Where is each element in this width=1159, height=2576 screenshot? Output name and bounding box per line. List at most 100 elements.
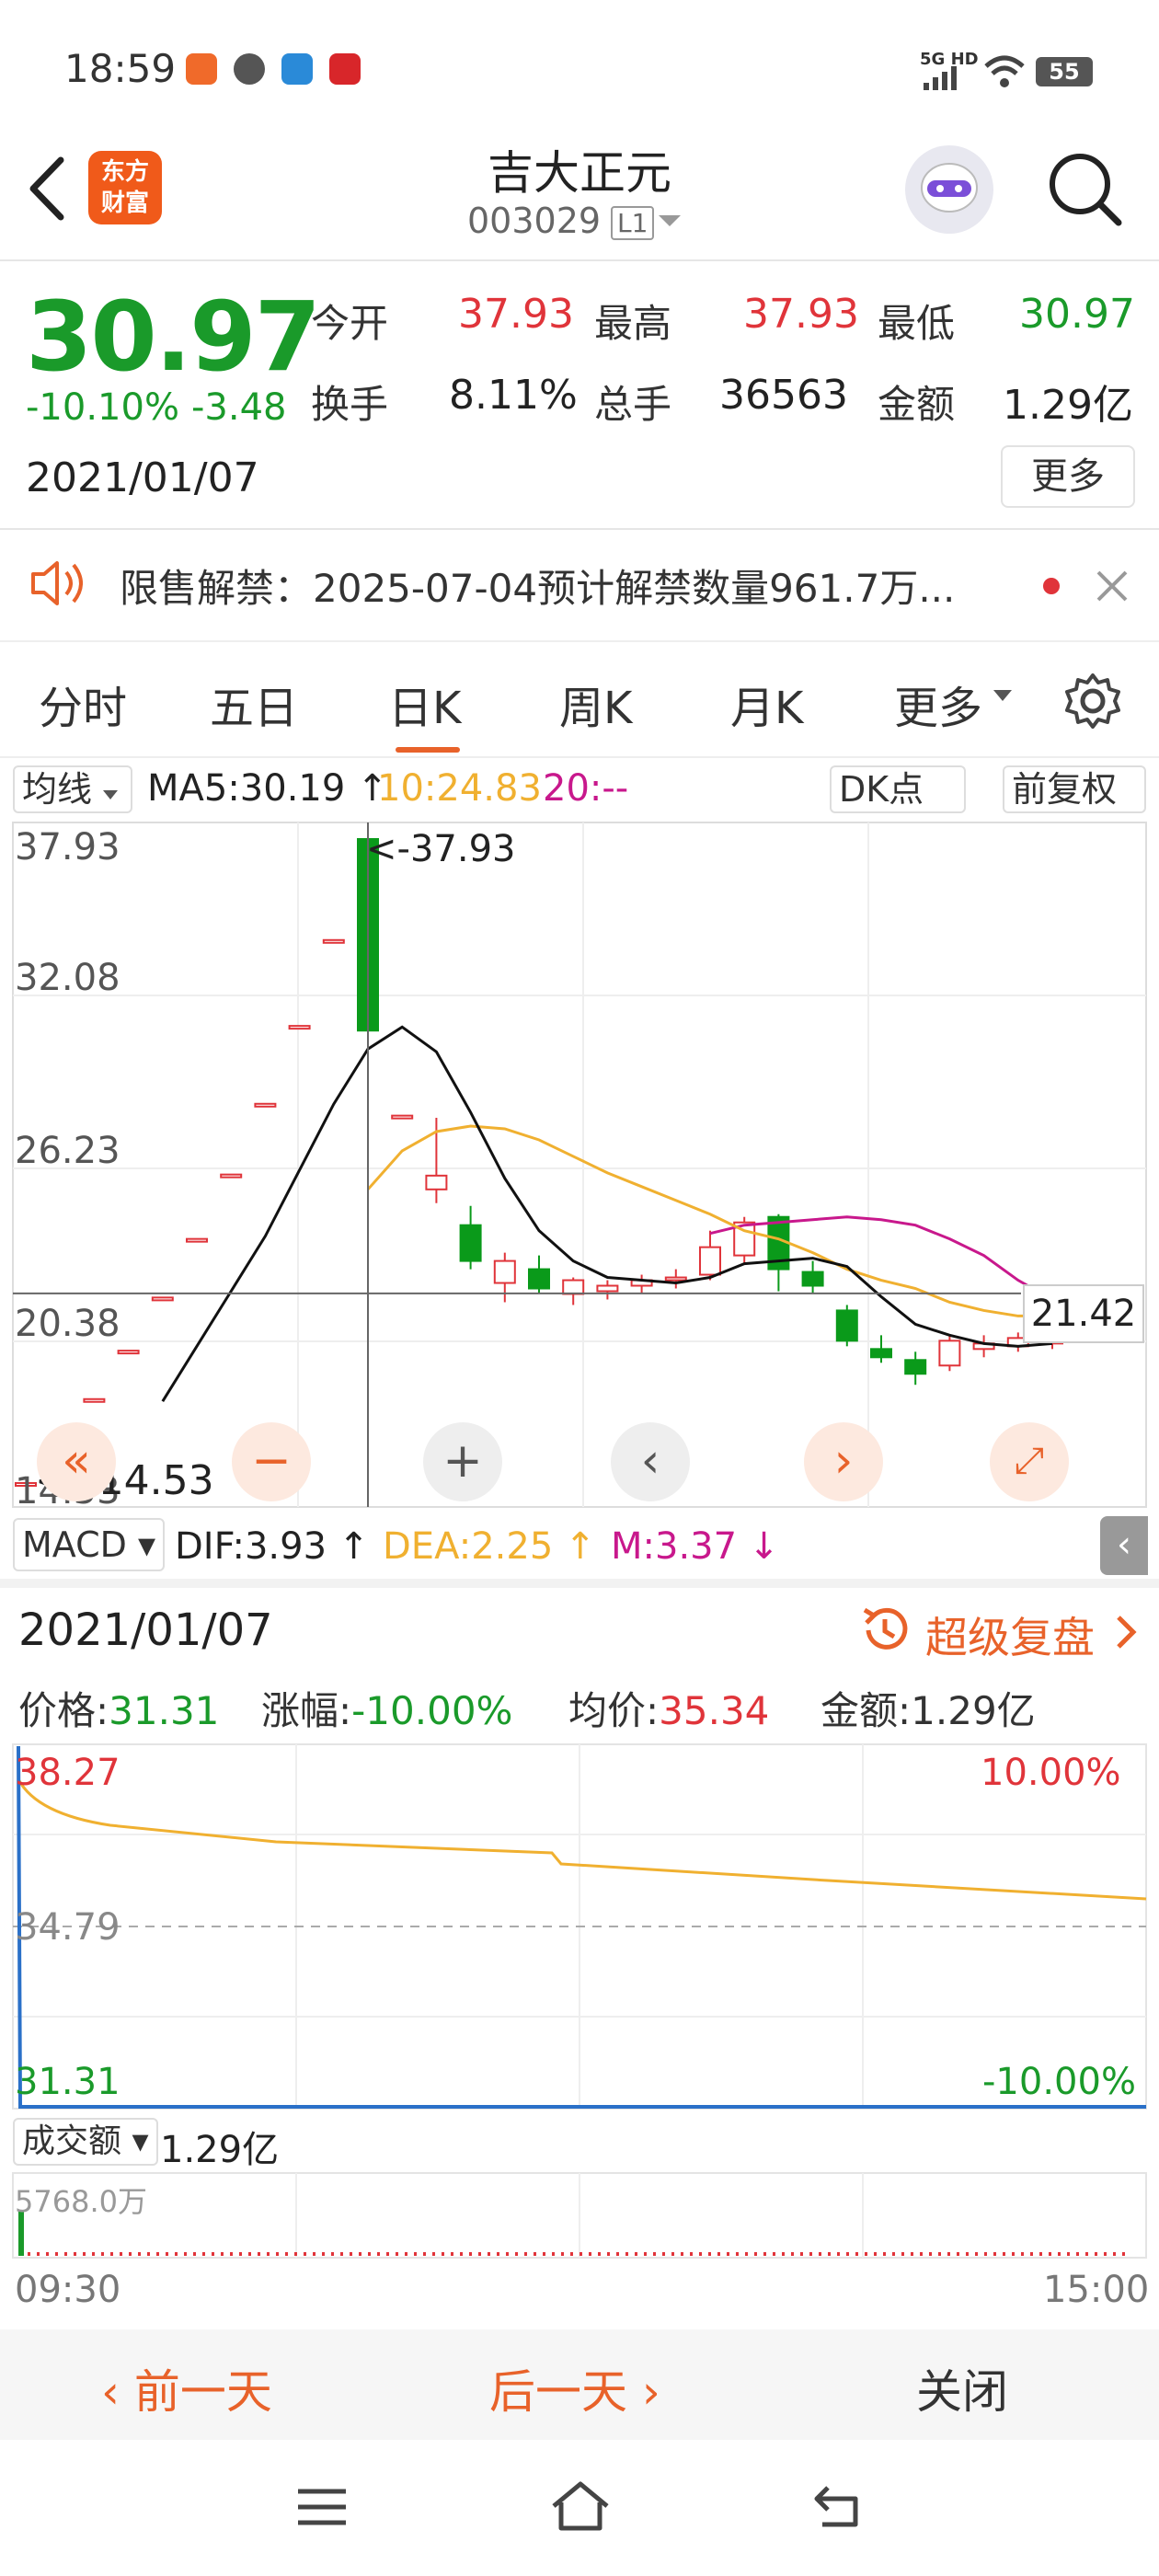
adjust-select[interactable]: 前复权 <box>1003 765 1146 813</box>
tab-weekly-k[interactable]: 周K <box>559 672 632 736</box>
tab-intraday[interactable]: 分时 <box>39 672 127 736</box>
volume-bar <box>534 2252 536 2256</box>
candle-body[interactable] <box>801 1271 824 1287</box>
indicator-select[interactable]: 均线 <box>13 765 132 813</box>
candle-body[interactable] <box>562 1279 585 1295</box>
y-label-1: 37.93 <box>15 826 120 868</box>
dea-label: DEA:2.25 ↑ <box>383 1525 596 1568</box>
close-icon[interactable] <box>1095 569 1130 604</box>
volume-bar <box>901 2252 904 2256</box>
volume-bar <box>294 2252 297 2256</box>
speaker-icon <box>31 561 83 605</box>
next-day-button[interactable]: 后一天 › <box>489 2355 660 2421</box>
volume-bar <box>846 2252 849 2256</box>
sub-indicator-select[interactable]: MACD ▾ <box>13 1518 166 1571</box>
volume-bar <box>1012 2252 1015 2256</box>
price-value: 31.31 <box>109 1688 220 1733</box>
intraday-chart[interactable] <box>0 1742 1159 2110</box>
candle-body[interactable] <box>254 1102 277 1108</box>
volume-bar <box>616 2252 619 2256</box>
candle-body[interactable] <box>493 1259 516 1284</box>
close-panel-button[interactable]: 关闭 <box>916 2355 1008 2421</box>
candle-body[interactable] <box>528 1268 550 1290</box>
settings-gear-icon[interactable] <box>1063 672 1122 730</box>
candle-body[interactable] <box>835 1309 858 1342</box>
candle-body[interactable] <box>938 1340 961 1367</box>
search-icon[interactable] <box>1045 149 1124 228</box>
prev-day-label: 前一天 <box>133 2365 272 2419</box>
more-caret-icon <box>993 690 1012 701</box>
step-right-button[interactable]: › <box>804 1422 883 1501</box>
assistant-avatar[interactable] <box>905 145 993 234</box>
volume-bar <box>791 2252 794 2256</box>
tab-monthly-k[interactable]: 月K <box>730 672 803 736</box>
candle-body[interactable] <box>391 1114 414 1120</box>
amount-value: 1.29亿 <box>1003 382 1133 429</box>
fullscreen-button[interactable]: ⤢ <box>990 1422 1069 1501</box>
message-icon <box>281 53 313 85</box>
low-label: 最低 <box>878 301 956 346</box>
turnover-value: 8.11% <box>449 372 578 419</box>
tab-five-day[interactable]: 五日 <box>210 672 298 736</box>
notice-text[interactable]: 限售解禁：2025-07-04预计解禁数量961.7万... <box>120 558 1003 614</box>
candle-body[interactable] <box>425 1174 448 1190</box>
volume-bar <box>1095 2252 1097 2256</box>
candle-body[interactable] <box>186 1237 208 1243</box>
chevron-right-icon[interactable] <box>1115 1614 1139 1650</box>
volume-bar <box>800 2252 803 2256</box>
tab-daily-k[interactable]: 日K <box>388 672 461 736</box>
more-button[interactable]: 更多 <box>1001 445 1135 508</box>
volume-bar <box>92 2252 95 2256</box>
candle-body[interactable] <box>870 1348 892 1359</box>
candle-body[interactable] <box>664 1276 687 1282</box>
dk-points-select[interactable]: DK点 ◢ <box>830 765 966 854</box>
next-day-label: 后一天 <box>489 2365 627 2419</box>
volume-bar <box>552 2252 555 2256</box>
volume-bar <box>442 2252 444 2256</box>
dea-value: DEA:2.25 <box>383 1525 554 1568</box>
current-price: 30.97 <box>26 281 321 393</box>
zoom-out-button[interactable]: − <box>232 1422 311 1501</box>
super-replay-link[interactable]: 超级复盘 <box>925 1604 1095 1665</box>
volume-bar <box>497 2252 499 2256</box>
tab-more[interactable]: 更多 <box>894 672 982 736</box>
volume-bar <box>37 2252 40 2256</box>
candle-body[interactable] <box>596 1284 619 1293</box>
volume-bar <box>957 2252 959 2256</box>
candle-body[interactable] <box>322 938 345 944</box>
volume-bar <box>120 2252 122 2256</box>
volume-bar <box>55 2252 58 2256</box>
menu-icon[interactable] <box>293 2484 351 2530</box>
candle-body[interactable] <box>117 1350 140 1355</box>
side-panel-toggle[interactable]: ‹ <box>1100 1516 1148 1575</box>
history-replay-icon[interactable] <box>857 1603 912 1658</box>
volume-bar <box>285 2252 288 2256</box>
candle-body[interactable] <box>83 1397 106 1403</box>
y-label-3: 26.23 <box>15 1130 120 1172</box>
volume-bar <box>708 2252 711 2256</box>
candle-body[interactable] <box>699 1246 721 1276</box>
scroll-left-fast-button[interactable]: « <box>37 1422 116 1501</box>
candle-body[interactable] <box>459 1224 482 1262</box>
open-label: 今开 <box>311 301 389 346</box>
volume-select[interactable]: 成交额 ▾ <box>13 2118 158 2166</box>
volume-bar <box>1021 2252 1024 2256</box>
home-icon[interactable] <box>546 2477 614 2536</box>
dropdown-caret-icon[interactable] <box>659 213 681 228</box>
volume-bar <box>570 2252 573 2256</box>
candle-body[interactable] <box>220 1173 243 1179</box>
volume-bar <box>478 2252 481 2256</box>
volume-bar <box>727 2252 729 2256</box>
back-nav-icon[interactable] <box>809 2480 868 2532</box>
candle-body[interactable] <box>288 1025 311 1030</box>
candle-body[interactable] <box>904 1359 927 1375</box>
divider <box>0 259 1159 261</box>
volume-select-label: 成交额 <box>22 2122 122 2160</box>
intraday-price: 价格:31.31 <box>18 1680 219 1736</box>
intraday-y-bot: 31.31 <box>15 2061 120 2103</box>
candle-body[interactable] <box>151 1296 174 1302</box>
zoom-in-button[interactable]: + <box>423 1422 502 1501</box>
prev-day-button[interactable]: ‹ 前一天 <box>101 2355 272 2421</box>
kline-chart[interactable] <box>0 821 1159 1511</box>
step-left-button[interactable]: ‹ <box>611 1422 690 1501</box>
